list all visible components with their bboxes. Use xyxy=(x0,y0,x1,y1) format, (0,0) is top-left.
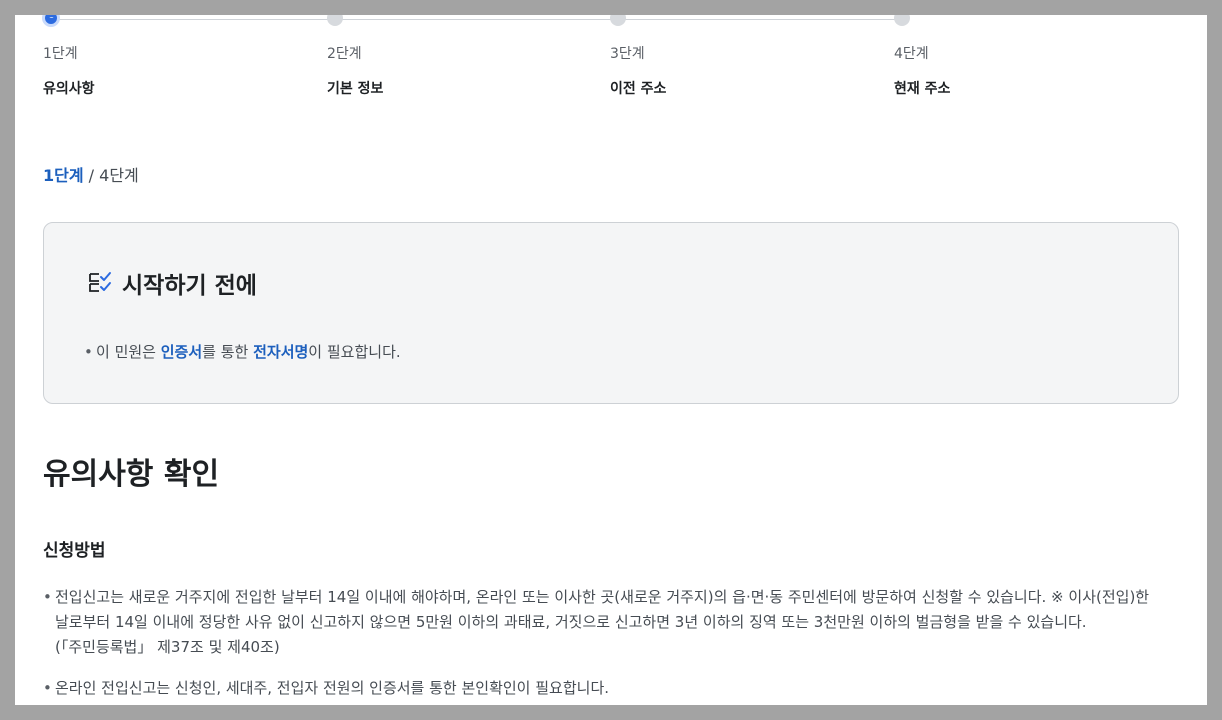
step-4-number: 4단계 xyxy=(894,46,929,62)
step-1-title: 유의사항 xyxy=(43,81,95,97)
info-highlight-certificate: 인증서 xyxy=(160,343,203,361)
section-title: 유의사항 확인 xyxy=(43,457,220,492)
checklist-icon xyxy=(89,272,111,292)
info-title: 시작하기 전에 xyxy=(122,273,257,299)
step-2-title: 기본 정보 xyxy=(327,81,384,97)
step-progress: 1단계 / 4단계 xyxy=(43,162,139,186)
page-frame: ··· 1단계 유의사항 2단계 기본 정보 3단계 이전 주소 4단계 현재 … xyxy=(15,15,1207,705)
step-4-dot-icon xyxy=(894,15,910,26)
stepper: ··· 1단계 유의사항 2단계 기본 정보 3단계 이전 주소 4단계 현재 … xyxy=(42,15,1179,125)
step-2-number: 2단계 xyxy=(327,46,362,62)
step-3-dot-icon xyxy=(610,15,626,26)
list-item: 온라인 전입신고는 신청인, 세대주, 전입자 전원의 인증서를 통한 본인확인… xyxy=(43,676,1179,701)
info-text-1: 이 민원은 xyxy=(96,343,161,361)
info-header: 시작하기 전에 xyxy=(86,266,257,300)
notice-list: 전입신고는 새로운 거주지에 전입한 날부터 14일 이내에 해야하며, 온라인… xyxy=(43,585,1179,705)
step-2-dot-icon xyxy=(327,15,343,26)
step-3-title: 이전 주소 xyxy=(610,81,667,97)
list-item: 전입신고는 새로운 거주지에 전입한 날부터 14일 이내에 해야하며, 온라인… xyxy=(43,585,1179,660)
progress-separator: / xyxy=(88,166,95,185)
stepper-track xyxy=(53,19,903,20)
step-1-current-icon: ··· xyxy=(42,15,60,27)
info-text-3: 이 필요합니다. xyxy=(308,343,401,361)
progress-total: 4단계 xyxy=(99,166,139,185)
step-3-number: 3단계 xyxy=(610,46,645,62)
info-highlight-esignature: 전자서명 xyxy=(253,343,309,361)
step-1-number: 1단계 xyxy=(43,46,78,62)
main-content: ··· 1단계 유의사항 2단계 기본 정보 3단계 이전 주소 4단계 현재 … xyxy=(42,15,1179,701)
progress-current: 1단계 xyxy=(43,166,84,185)
before-start-box: 시작하기 전에 • 이 민원은 인증서를 통한 전자서명이 필요합니다. xyxy=(43,222,1179,404)
step-4-title: 현재 주소 xyxy=(894,81,951,97)
info-bullet-line: • 이 민원은 인증서를 통한 전자서명이 필요합니다. xyxy=(84,341,401,362)
bullet-icon: • xyxy=(84,343,93,361)
subsection-title: 신청방법 xyxy=(43,541,106,561)
info-text-2: 를 통한 xyxy=(202,343,254,361)
